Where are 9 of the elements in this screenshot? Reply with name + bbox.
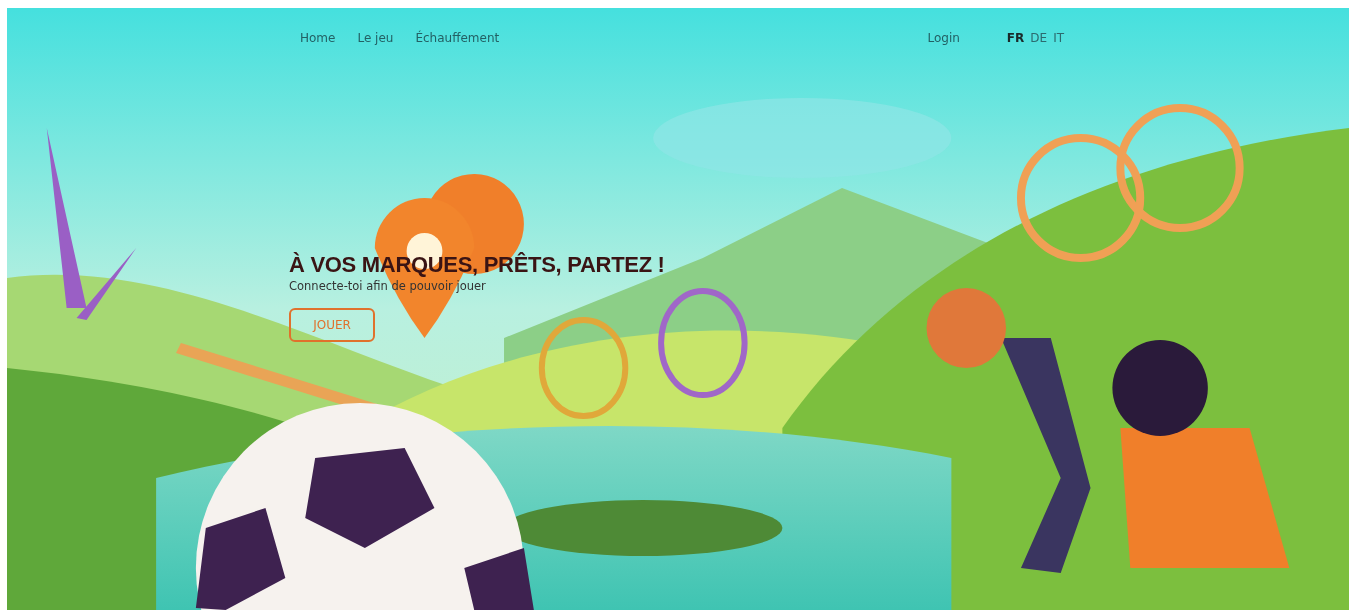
play-button[interactable]: JOUER (289, 308, 375, 342)
nav-link[interactable]: Le jeu (357, 31, 394, 45)
nav-link[interactable]: Home (300, 31, 336, 45)
language-link[interactable]: DE (1030, 31, 1048, 45)
language-link[interactable]: IT (1053, 31, 1064, 45)
language-link[interactable]: FR (1006, 31, 1025, 45)
login-link[interactable]: Login (927, 31, 960, 45)
nav-link[interactable]: Échauffement (415, 31, 500, 45)
hero-subtitle: Connecte-toi afin de pouvoir jouer (289, 279, 486, 293)
